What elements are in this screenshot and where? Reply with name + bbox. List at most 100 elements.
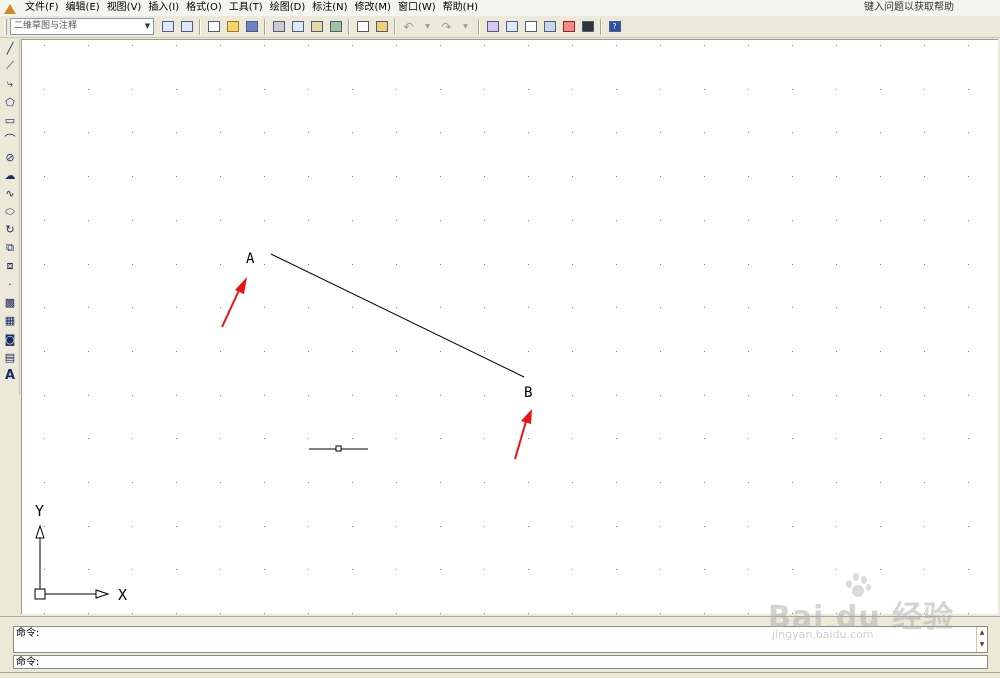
menu-view[interactable]: 视图(V) — [105, 0, 147, 16]
menu-draw[interactable]: 绘图(D) — [268, 0, 311, 16]
grid-dot — [968, 438, 969, 439]
workspace-dropdown[interactable]: 二维草图与注释 ▼ — [10, 18, 154, 35]
tool-ellipse-arc[interactable]: ↻ — [0, 221, 20, 239]
grid-dot — [836, 220, 837, 221]
workspace-save-button[interactable] — [178, 18, 195, 35]
tool-circle[interactable]: ⊘ — [0, 148, 20, 166]
menu-insert[interactable]: 插入(I) — [146, 0, 184, 16]
tool-revision-cloud[interactable]: ☁ — [0, 166, 20, 184]
gradient-icon: ▦ — [4, 314, 16, 328]
match-properties-button[interactable] — [354, 18, 371, 35]
properties-button[interactable] — [560, 18, 577, 35]
grid-dot — [484, 438, 485, 439]
plot-button[interactable] — [270, 18, 287, 35]
calculator-icon — [581, 21, 594, 32]
open-button[interactable] — [224, 18, 241, 35]
tool-table[interactable]: ▤ — [0, 348, 20, 366]
grid-dot — [132, 45, 133, 46]
help-button[interactable]: ? — [606, 18, 623, 35]
tool-line[interactable]: ╱ — [0, 39, 20, 57]
spline-icon: ∿ — [5, 187, 15, 201]
workspace-settings-button[interactable] — [159, 18, 176, 35]
grid-dot — [264, 395, 265, 396]
tool-polyline[interactable]: ⤷ — [0, 75, 20, 93]
3d-dwf-button[interactable] — [327, 18, 344, 35]
text-a-icon: A — [4, 367, 16, 383]
grid-dot — [396, 220, 397, 221]
tool-point[interactable]: · — [0, 275, 20, 293]
workspace-settings-icon — [161, 21, 174, 32]
grid-dot — [660, 89, 661, 90]
block-editor-button[interactable] — [373, 18, 390, 35]
grid-dot — [968, 482, 969, 483]
grid-dot — [352, 482, 353, 483]
menu-help[interactable]: 帮助(H) — [441, 0, 483, 16]
menu-dimension[interactable]: 标注(N) — [310, 0, 352, 16]
drawing-canvas[interactable]: A B Y X — [21, 39, 998, 614]
table-icon: ▤ — [4, 350, 16, 364]
undo-button[interactable]: ↶ — [400, 18, 417, 35]
grid-dot — [88, 132, 89, 133]
app-logo-icon[interactable] — [3, 1, 17, 15]
grid-dot — [176, 89, 177, 90]
grid-dot — [880, 526, 881, 527]
command-input-field[interactable]: 命令: — [13, 655, 988, 669]
menu-edit[interactable]: 编辑(E) — [64, 0, 105, 16]
zoom-previous-button[interactable] — [541, 18, 558, 35]
tool-make-block[interactable]: ⧈ — [0, 257, 20, 275]
grid-dot — [440, 89, 441, 90]
tool-construction-line[interactable]: ⟋ — [0, 57, 20, 75]
point-icon: · — [8, 278, 12, 292]
tool-polygon[interactable]: ⬠ — [0, 94, 20, 112]
grid-dot — [44, 89, 45, 90]
grid-dot — [792, 569, 793, 570]
tool-region[interactable]: ◙ — [0, 330, 20, 348]
save-button[interactable] — [243, 18, 260, 35]
drawing-area-svg[interactable]: A B Y X — [22, 40, 999, 615]
menu-tools[interactable]: 工具(T) — [227, 0, 268, 16]
zoom-window-button[interactable] — [522, 18, 539, 35]
grid-dot — [484, 395, 485, 396]
grid-dot — [176, 482, 177, 483]
grid-dot — [220, 613, 221, 614]
help-search-input[interactable]: 键入问题以获取帮助 — [864, 0, 954, 16]
grid-dot — [660, 613, 661, 614]
chevron-down-icon[interactable]: ▼ — [142, 19, 153, 34]
grid-dot — [924, 351, 925, 352]
tool-gradient[interactable]: ▦ — [0, 312, 20, 330]
zoom-realtime-button[interactable] — [503, 18, 520, 35]
publish-button[interactable] — [308, 18, 325, 35]
tool-hatch[interactable]: ▩ — [0, 294, 20, 312]
grid-dot — [396, 45, 397, 46]
redo-dropdown-button[interactable]: ▼ — [457, 18, 474, 35]
menu-window[interactable]: 窗口(W) — [396, 0, 441, 16]
plot-preview-button[interactable] — [289, 18, 306, 35]
publish-icon — [310, 21, 323, 32]
grid-dot — [132, 220, 133, 221]
menu-format[interactable]: 格式(O) — [184, 0, 227, 16]
calculator-button[interactable] — [579, 18, 596, 35]
command-history[interactable]: 命令: ▲ ▼ — [13, 626, 988, 653]
line-segment-ab[interactable] — [270, 253, 525, 378]
grid-dot — [924, 220, 925, 221]
tool-spline[interactable]: ∿ — [0, 185, 20, 203]
redo-button[interactable]: ↷ — [438, 18, 455, 35]
grid-dot — [176, 395, 177, 396]
menu-file[interactable]: 文件(F) — [23, 0, 64, 16]
command-history-scrollbar[interactable]: ▲ ▼ — [976, 627, 987, 652]
tool-arc[interactable]: ⌒ — [0, 130, 20, 148]
grid-dot — [308, 395, 309, 396]
grid-dot — [132, 351, 133, 352]
tool-ellipse[interactable]: ⬭ — [0, 203, 20, 221]
menu-modify[interactable]: 修改(M) — [353, 0, 396, 16]
tool-multiline-text[interactable]: A — [0, 366, 20, 384]
grid-dot — [220, 351, 221, 352]
undo-dropdown-button[interactable]: ▼ — [419, 18, 436, 35]
command-history-text: 命令: — [16, 628, 40, 639]
toolbar-grip[interactable] — [4, 18, 7, 35]
new-button[interactable] — [205, 18, 222, 35]
tool-rectangle[interactable]: ▭ — [0, 112, 20, 130]
folder-open-icon — [226, 21, 239, 32]
pan-button[interactable] — [484, 18, 501, 35]
tool-insert-block[interactable]: ⧉ — [0, 239, 20, 257]
